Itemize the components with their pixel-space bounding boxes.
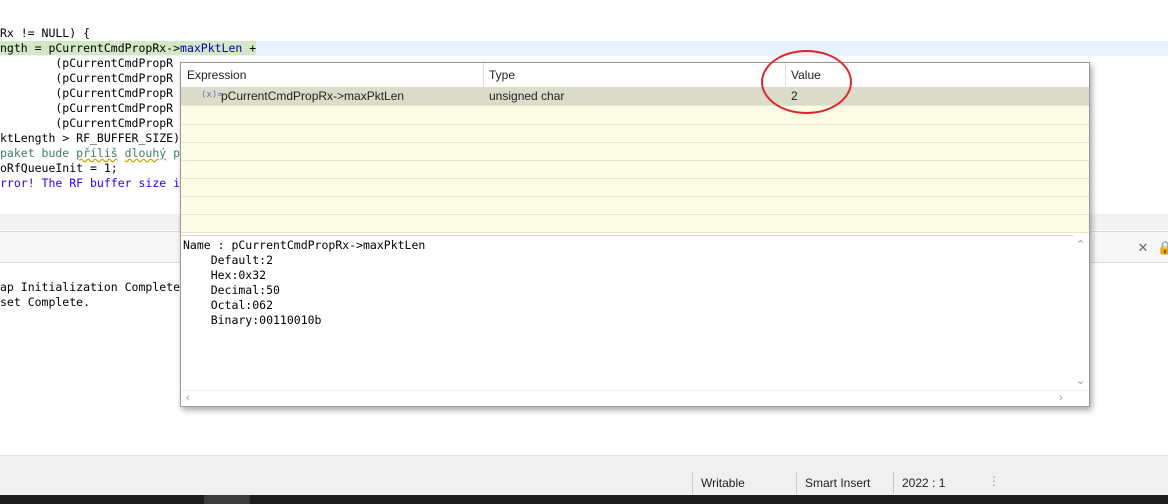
console-line-1: ap Initialization Complete <box>0 280 181 294</box>
status-writable: Writable <box>701 476 745 490</box>
variable-icon: (x)= <box>201 90 223 100</box>
code-token-maxPktLen: maxPktLen <box>180 41 243 55</box>
annotation-circle <box>761 50 852 114</box>
scroll-right-icon[interactable]: › <box>1059 392 1063 404</box>
code-line-7[interactable]: (pCurrentCmdPropR <box>0 116 173 131</box>
spellcheck-word[interactable]: příliš <box>76 146 118 160</box>
console-line-2: set Complete. <box>0 295 91 309</box>
code-line-11[interactable]: rror! The RF buffer size i <box>0 176 180 191</box>
code-line-1[interactable]: Rx != NULL) { <box>0 26 90 41</box>
empty-row <box>181 142 1089 161</box>
comment-text: paket bude příliš dlouhý p <box>0 146 181 160</box>
code-line-2[interactable]: ngth = pCurrentCmdPropRx->maxPktLen + <box>0 41 257 56</box>
detail-binary: Binary:00110010b <box>183 313 322 327</box>
code-line-3[interactable]: (pCurrentCmdPropR <box>0 56 173 71</box>
status-insert-mode[interactable]: Smart Insert <box>805 475 870 491</box>
status-separator <box>692 472 693 494</box>
code-line-5[interactable]: (pCurrentCmdPropR <box>0 86 173 101</box>
status-separator <box>893 472 894 494</box>
empty-row <box>181 160 1089 179</box>
expression-name: pCurrentCmdPropRx->maxPktLen <box>221 89 405 103</box>
code-line-9-comment[interactable]: paket bude příliš dlouhý p <box>0 146 180 161</box>
expression-row[interactable]: (x)= pCurrentCmdPropRx->maxPktLen unsign… <box>181 87 1089 106</box>
expression-hover-popup[interactable]: Expression Type Value (x)= pCurrentCmdPr… <box>180 62 1090 407</box>
details-horizontal-scrollbar[interactable]: ‹ › <box>181 390 1089 406</box>
expression-type: unsigned char <box>489 89 565 103</box>
code-line-4[interactable]: (pCurrentCmdPropR <box>0 71 173 86</box>
details-vertical-scrollbar[interactable]: ⌃ ⌄ <box>1073 235 1088 390</box>
empty-row <box>181 178 1089 197</box>
taskbar-active-app[interactable] <box>204 495 250 504</box>
taskbar <box>0 495 1168 504</box>
column-header-type[interactable]: Type <box>489 68 515 82</box>
expression-table-body: (x)= pCurrentCmdPropRx->maxPktLen unsign… <box>181 87 1089 233</box>
scroll-left-icon[interactable]: ‹ <box>186 392 190 404</box>
status-bar: Writable Smart Insert 2022 : 1 ⋮ <box>0 455 1168 496</box>
detail-hex: Hex:0x32 <box>183 268 267 282</box>
detail-default: Default:2 <box>183 253 274 267</box>
detail-decimal: Decimal:50 <box>183 283 280 297</box>
status-more-icon[interactable]: ⋮ <box>988 473 1000 489</box>
empty-row <box>181 196 1089 215</box>
status-cursor-position[interactable]: 2022 : 1 <box>902 475 945 491</box>
spellcheck-word[interactable]: dlouhý <box>125 146 167 160</box>
code-token-assign: ngth = pCurrentCmdPropRx-> <box>0 41 181 55</box>
code-token-plus: + <box>242 41 257 55</box>
code-line-6[interactable]: (pCurrentCmdPropR <box>0 101 173 116</box>
lock-icon[interactable]: 🔒 <box>1157 240 1168 256</box>
empty-row <box>181 124 1089 143</box>
detail-name: Name : pCurrentCmdPropRx->maxPktLen <box>183 238 426 252</box>
column-header-expression[interactable]: Expression <box>187 68 246 82</box>
empty-row <box>181 106 1089 125</box>
empty-row <box>181 214 1089 233</box>
scroll-up-icon[interactable]: ⌃ <box>1076 239 1085 251</box>
code-line-10[interactable]: oRfQueueInit = 1; <box>0 161 118 176</box>
status-separator <box>796 472 797 494</box>
detail-octal: Octal:062 <box>183 298 274 312</box>
expression-details-pane[interactable]: Name : pCurrentCmdPropRx->maxPktLen Defa… <box>181 235 1073 391</box>
expression-table-header: Expression Type Value <box>181 63 1089 88</box>
scroll-down-icon[interactable]: ⌄ <box>1076 375 1085 387</box>
clear-console-icon[interactable]: ✕ <box>1135 240 1151 256</box>
code-line-8[interactable]: ktLength > RF_BUFFER_SIZE) <box>0 131 180 146</box>
